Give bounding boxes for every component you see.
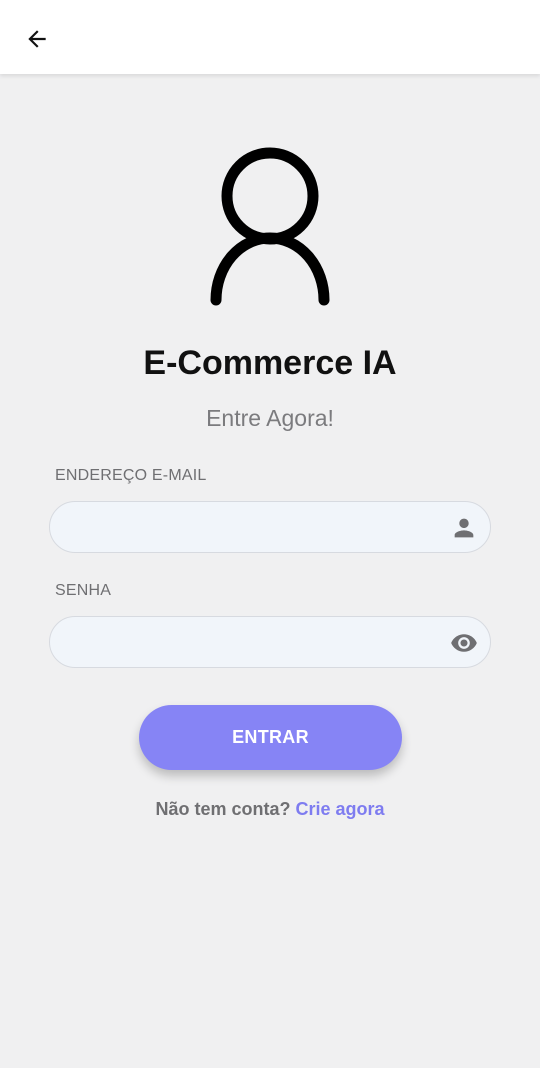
signup-row: Não tem conta? Crie agora <box>0 799 540 820</box>
user-outline-icon <box>209 146 331 308</box>
password-field-container <box>49 616 491 668</box>
signup-link[interactable]: Crie agora <box>295 799 384 819</box>
eye-icon[interactable] <box>450 629 478 657</box>
page-title: E-Commerce IA <box>143 344 397 382</box>
person-icon <box>450 514 478 542</box>
arrow-left-icon <box>28 30 46 48</box>
signup-prompt: Não tem conta? <box>155 799 296 819</box>
app-bar <box>0 0 540 74</box>
password-field[interactable] <box>70 617 440 667</box>
email-field[interactable] <box>70 502 440 552</box>
back-button[interactable] <box>18 20 56 58</box>
email-label: ENDEREÇO E-MAIL <box>55 467 207 484</box>
password-label: SENHA <box>55 582 112 599</box>
email-field-container <box>49 501 491 553</box>
page-subtitle: Entre Agora! <box>206 405 334 431</box>
login-button[interactable]: ENTRAR <box>139 705 402 770</box>
